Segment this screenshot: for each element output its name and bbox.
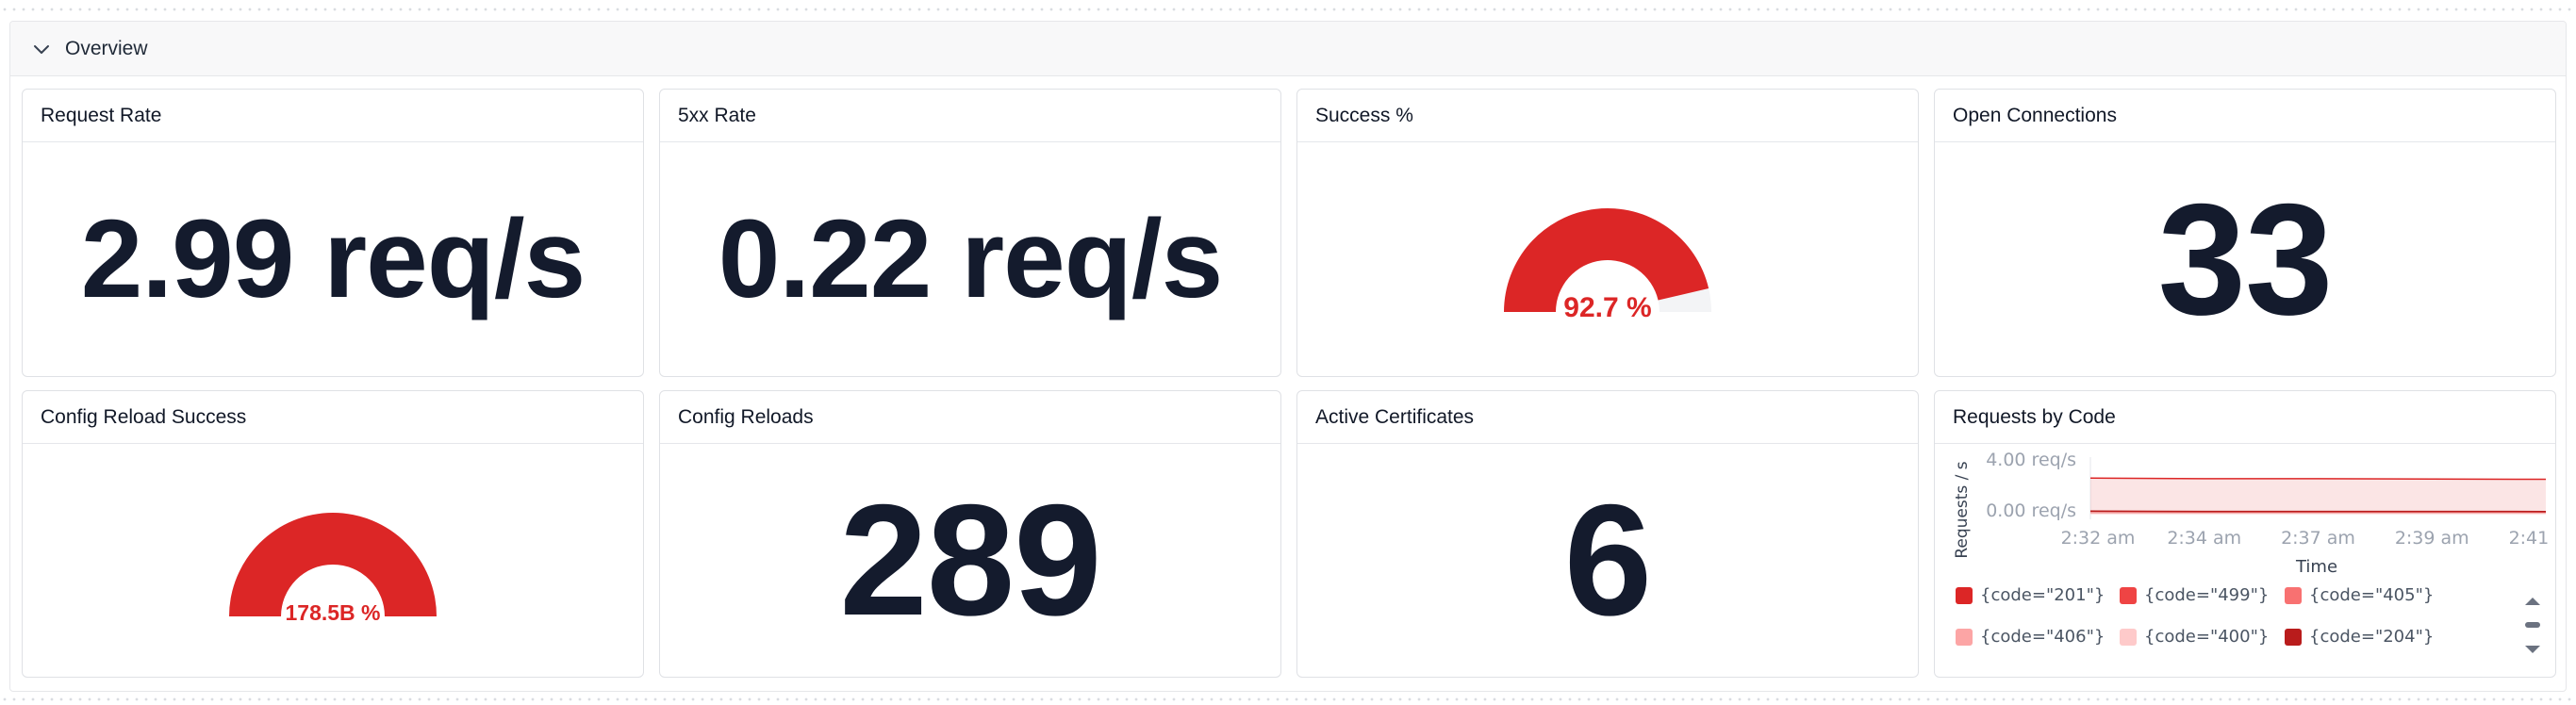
legend-scroll-controls[interactable] [2523,595,2542,661]
legend-swatch [2120,628,2137,646]
section-title: Overview [65,37,148,59]
panel-header[interactable]: Request Rate [23,90,643,142]
y-tick-label: 4.00 req/s [1986,450,2076,470]
legend-item[interactable]: {code="499"} [2120,585,2269,605]
stat-value: 289 [839,471,1101,648]
panel-header[interactable]: Success % [1297,90,1918,142]
legend-item[interactable]: {code="406"} [1956,627,2105,647]
legend-item[interactable]: {code="201"} [1956,585,2105,605]
legend-item[interactable]: {code="400"} [2120,627,2269,647]
x-axis-label: Time [2295,557,2337,576]
config-reload-gauge: 178.5B % [229,513,437,625]
panel-title: Active Certificates [1315,405,1475,428]
gauge-value: 178.5B % [285,600,380,625]
panel-title: Config Reload Success [41,405,247,428]
panel-title: Config Reloads [678,405,814,428]
gauge-value: 92.7 % [1563,292,1651,323]
stat-value: 33 [2157,170,2334,348]
panel-config-reload-success[interactable]: Config Reload Success 178.5B % [22,390,644,678]
panel-header[interactable]: Active Certificates [1297,391,1918,444]
panel-header[interactable]: 5xx Rate [660,90,1280,142]
x-tick-label: 2:37 am [2281,528,2355,549]
legend-swatch [1956,586,1973,604]
panel-request-rate[interactable]: Request Rate 2.99 req/s [22,89,644,377]
stat-value: 2.99 req/s [80,197,586,321]
section-header[interactable]: Overview [10,22,2566,76]
panel-requests-by-code[interactable]: Requests by Code Requests / s 4.00 req/s… [1934,390,2556,678]
scroll-down-icon[interactable] [2525,646,2540,653]
panel-header[interactable]: Requests by Code [1935,391,2555,444]
legend-label: {code="201"} [1980,585,2105,605]
legend-label: {code="499"} [2144,585,2270,605]
legend-swatch [2285,628,2302,646]
legend-label: {code="400"} [2144,627,2270,647]
legend-swatch [1956,628,1973,646]
x-tick-label: 2:32 am [2061,528,2136,549]
panel-header[interactable]: Config Reloads [660,391,1280,444]
top-dotted-divider [0,8,2576,11]
stat-value: 0.22 req/s [718,197,1223,321]
legend-label: {code="405"} [2309,585,2435,605]
scroll-up-icon[interactable] [2525,598,2540,605]
panel-header[interactable]: Config Reload Success [23,391,643,444]
chevron-down-icon[interactable] [31,39,52,59]
chart-legend: {code="201"} {code="499"} {code="405"} {cod… [1935,585,2519,670]
panel-title: Requests by Code [1953,405,2116,428]
panel-open-connections[interactable]: Open Connections 33 [1934,89,2556,377]
legend-item[interactable]: {code="405"} [2285,585,2434,605]
panel-title: 5xx Rate [678,104,756,126]
y-tick-label: 0.00 req/s [1986,500,2076,521]
x-tick-label: 2:34 am [2167,528,2241,549]
y-axis-label: Requests / s [1953,461,1972,558]
panel-title: Open Connections [1953,104,2117,126]
x-axis-ticks: 2:32 am 2:34 am 2:37 am 2:39 am 2:41 am [2061,528,2555,549]
panel-success[interactable]: Success % 92.7 % [1296,89,1919,377]
panel-title: Success % [1315,104,1413,126]
x-tick-label: 2:39 am [2395,528,2469,549]
panel-5xx-rate[interactable]: 5xx Rate 0.22 req/s [659,89,1281,377]
x-tick-label: 2:41 am [2509,528,2555,549]
panel-header[interactable]: Open Connections [1935,90,2555,142]
panel-active-certificates[interactable]: Active Certificates 6 [1296,390,1919,678]
series-line[interactable] [2089,477,2547,481]
panel-config-reloads[interactable]: Config Reloads 289 [659,390,1281,678]
legend-label: {code="406"} [1980,627,2105,647]
legend-label: {code="204"} [2309,627,2435,647]
legend-item[interactable]: {code="204"} [2285,627,2434,647]
stat-value: 6 [1563,471,1652,648]
scroll-thumb[interactable] [2525,622,2540,628]
legend-swatch [2120,586,2137,604]
plot-area [2089,457,2547,519]
panel-title: Request Rate [41,104,162,126]
legend-swatch [2285,586,2302,604]
series-area [2090,478,2546,514]
success-gauge: 92.7 % [1504,207,1711,323]
bottom-dotted-divider [0,697,2576,701]
requests-by-code-chart[interactable]: Requests / s 4.00 req/s 0.00 req/s 2:32 … [1935,444,2555,576]
